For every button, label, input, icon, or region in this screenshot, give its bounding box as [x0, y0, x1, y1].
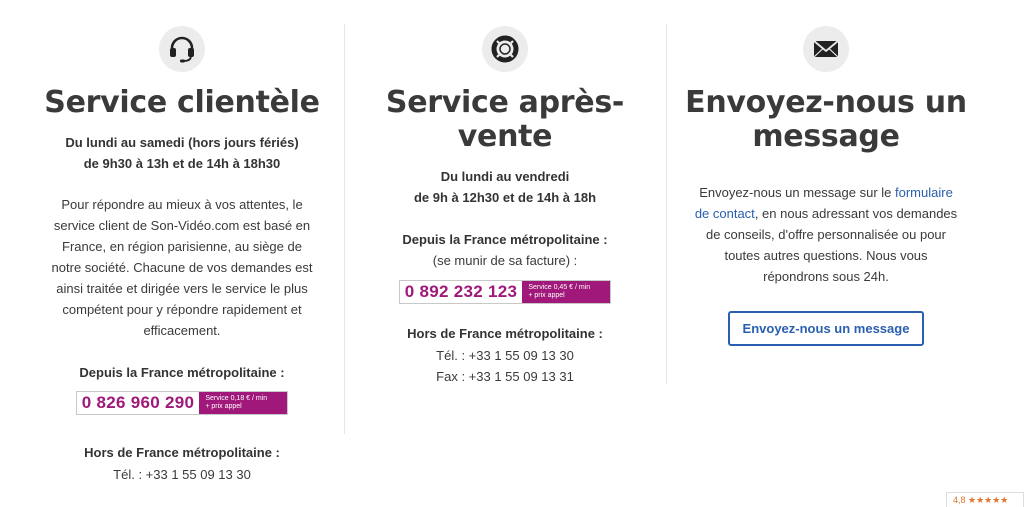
page-title: Service après- vente: [348, 86, 662, 154]
rating-badge[interactable]: 4,8 ★★★★★: [946, 492, 1024, 507]
phone-rate: Service 0,18 € / min: [205, 395, 268, 402]
phone-number: 0 826 960 290: [81, 393, 195, 412]
phone-rate-extra: + prix appel: [205, 403, 242, 410]
description-line: notre société. Chacune de vos demandes e…: [51, 260, 313, 275]
metro-note: (se munir de sa facture) :: [432, 253, 578, 268]
send-message-button[interactable]: Envoyez-nous un message: [727, 311, 925, 346]
contact-form-link[interactable]: formulaire: [895, 185, 953, 200]
intl-phone: Tél. : +33 1 55 09 13 30: [436, 348, 574, 363]
column-divider-1: [344, 24, 345, 434]
metro-label: Depuis la France métropolitaine :: [79, 365, 285, 380]
title-line: Service après-: [385, 85, 625, 120]
intl-label: Hors de France métropolitaine :: [407, 326, 603, 341]
description-line: ainsi traitée et dirigée vers le service…: [56, 281, 308, 296]
phone-rate-badge: Service 0,45 € / min + prix appel: [522, 281, 611, 303]
hours-times: de 9h à 12h30 et de 14h à 18h: [413, 190, 597, 205]
message-description: Envoyez-nous un message sur le formulair…: [668, 182, 984, 287]
contact-form-link[interactable]: de contact: [695, 206, 755, 221]
description-line: répondrons sous 24h.: [763, 269, 889, 284]
opening-hours: Du lundi au vendredi de 9h à 12h30 et de…: [348, 166, 662, 208]
page-title: Envoyez-nous un message: [668, 86, 984, 154]
hours-days: Du lundi au vendredi: [440, 169, 570, 184]
column-divider-2: [666, 24, 667, 384]
message-column: Envoyez-nous un message Envoyez-nous un …: [668, 0, 984, 346]
headset-icon: [159, 26, 205, 72]
premium-phone-number[interactable]: 0 892 232 123 Service 0,45 € / min + pri…: [398, 280, 612, 304]
description-line: toutes autres questions. Nous vous: [724, 248, 928, 263]
intl-label: Hors de France métropolitaine :: [84, 445, 280, 460]
envelope-icon: [803, 26, 849, 72]
premium-phone-number[interactable]: 0 826 960 290 Service 0,18 € / min + pri…: [75, 391, 289, 415]
title-line: Envoyez-nous un: [685, 85, 967, 120]
lifebuoy-icon: [482, 26, 528, 72]
description-line: Pour répondre au mieux à vos attentes, l…: [61, 197, 303, 212]
phone-rate-badge: Service 0,18 € / min + prix appel: [199, 392, 288, 414]
description-text: Envoyez-nous un message sur le: [699, 185, 896, 200]
metro-label: Depuis la France métropolitaine :: [402, 232, 608, 247]
service-description: Pour répondre au mieux à vos attentes, l…: [24, 194, 340, 341]
page-title: Service clientèle: [44, 85, 320, 120]
description-line: compétent pour y répondre rapidement et: [62, 302, 302, 317]
title-line: vente: [457, 119, 553, 154]
hours-times: de 9h30 à 13h et de 14h à 18h30: [83, 156, 281, 171]
description-line: service client de Son-Vidéo.com est basé…: [53, 218, 311, 233]
phone-rate: Service 0,45 € / min: [528, 284, 591, 291]
phone-number: 0 892 232 123: [404, 282, 518, 301]
description-line: de conseils, d'offre personnalisée ou po…: [705, 227, 946, 242]
description-line: France, en région parisienne, au siège d…: [62, 239, 302, 254]
hours-days: Du lundi au samedi (hors jours fériés): [65, 135, 299, 150]
phone-rate-extra: + prix appel: [528, 292, 565, 299]
opening-hours: Du lundi au samedi (hors jours fériés) d…: [24, 132, 340, 174]
after-sales-column: Service après- vente Du lundi au vendred…: [348, 0, 662, 387]
description-text: , en nous adressant vos demandes: [754, 206, 958, 221]
intl-fax: Fax : +33 1 55 09 13 31: [436, 369, 574, 384]
title-line: message: [752, 119, 900, 154]
intl-phone: Tél. : +33 1 55 09 13 30: [113, 467, 251, 482]
customer-service-column: Service clientèle Du lundi au samedi (ho…: [24, 0, 340, 485]
description-line: efficacement.: [143, 323, 221, 338]
